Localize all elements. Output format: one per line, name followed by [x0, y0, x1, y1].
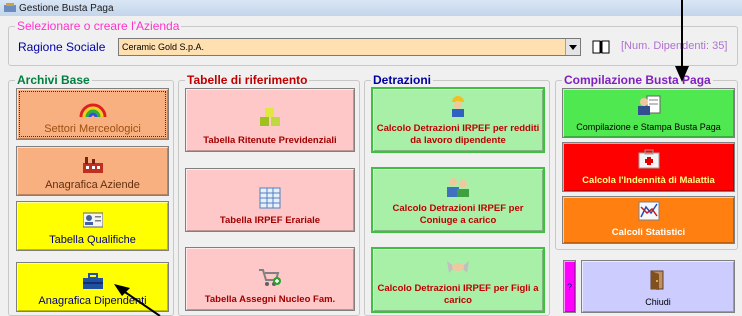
title-bar: Gestione Busta Paga	[0, 0, 742, 16]
indennita-malattia-label: Calcola l'Indennità di Malattia	[582, 175, 715, 186]
book-button[interactable]	[590, 37, 612, 57]
settori-merceologici-button[interactable]: Settori Merceologici	[16, 88, 169, 140]
detrazioni-coniuge-button[interactable]: Calcolo Detrazioni IRPEF per Coniuge a c…	[371, 167, 545, 233]
settori-merceologici-label: Settori Merceologici	[44, 123, 141, 135]
window-title: Gestione Busta Paga	[19, 2, 114, 14]
handshake-icon	[447, 261, 469, 273]
archivi-group-title: Archivi Base	[15, 73, 92, 87]
tabella-ritenute-button[interactable]: Tabella Ritenute Previdenziali	[185, 88, 355, 152]
chiudi-label: Chiudi	[645, 297, 671, 307]
book-icon	[592, 40, 610, 54]
compilazione-stampa-button[interactable]: Compilazione e Stampa Busta Paga	[562, 88, 735, 138]
azienda-group-title: Selezionare o creare l'Azienda	[15, 19, 182, 33]
first-aid-icon	[638, 149, 659, 169]
id-card-icon	[82, 212, 103, 228]
compilazione-stampa-label: Compilazione e Stampa Busta Paga	[576, 122, 721, 132]
toolbox-icon	[82, 273, 103, 289]
detrazioni-lavoro-label: Calcolo Detrazioni IRPEF per redditi da …	[376, 123, 540, 146]
app-icon	[4, 3, 16, 12]
tabella-ritenute-label: Tabella Ritenute Previdenziali	[203, 135, 337, 146]
exit-door-icon	[650, 270, 664, 290]
couple-icon	[447, 178, 469, 197]
cubes-icon	[260, 108, 280, 126]
ragione-sociale-label: Ragione Sociale	[18, 40, 106, 54]
ragione-sociale-value: Ceramic Gold S.p.A.	[122, 42, 205, 52]
tabella-assegni-label: Tabella Assegni Nucleo Fam.	[204, 294, 336, 305]
help-label: ?	[566, 281, 572, 292]
cart-add-icon	[259, 269, 281, 286]
tabella-qualifiche-label: Tabella Qualifiche	[49, 234, 136, 246]
arrow-down-icon	[675, 0, 689, 82]
anagrafica-aziende-button[interactable]: Anagrafica Aziende	[16, 146, 169, 196]
detrazioni-coniuge-label: Calcolo Detrazioni IRPEF per Coniuge a c…	[392, 203, 524, 226]
tabelle-group-title: Tabelle di riferimento	[185, 73, 310, 87]
chiudi-button[interactable]: Chiudi	[581, 260, 735, 313]
chevron-down-icon[interactable]	[565, 39, 580, 55]
factory-icon	[82, 157, 103, 173]
help-button[interactable]: ?	[563, 260, 576, 313]
tabella-irpef-label: Tabella IRPEF Erariale	[219, 215, 321, 226]
detrazioni-lavoro-button[interactable]: Calcolo Detrazioni IRPEF per redditi da …	[371, 87, 545, 153]
tabella-assegni-button[interactable]: Tabella Assegni Nucleo Fam.	[185, 247, 355, 311]
rainbow-icon	[79, 103, 106, 117]
chart-icon	[638, 201, 659, 221]
compilazione-group-title: Compilazione Busta Paga	[562, 73, 713, 87]
detrazioni-figli-button[interactable]: Calcolo Detrazioni IRPEF per Figli a car…	[371, 247, 545, 313]
worker-icon	[452, 96, 464, 117]
detrazioni-figli-label: Calcolo Detrazioni IRPEF per Figli a car…	[377, 283, 539, 306]
spreadsheet-icon	[259, 187, 281, 209]
tabella-qualifiche-button[interactable]: Tabella Qualifiche	[16, 201, 169, 251]
tabella-irpef-button[interactable]: Tabella IRPEF Erariale	[185, 168, 355, 232]
indennita-malattia-button[interactable]: Calcola l'Indennità di Malattia	[562, 142, 735, 192]
calcoli-statistici-label: Calcoli Statistici	[611, 227, 686, 238]
detrazioni-group-title: Detrazioni	[371, 73, 434, 87]
calcoli-statistici-button[interactable]: Calcoli Statistici	[562, 196, 735, 244]
ragione-sociale-combo[interactable]: Ceramic Gold S.p.A.	[118, 38, 581, 56]
arrow-pointer-icon	[114, 284, 161, 316]
anagrafica-aziende-label: Anagrafica Aziende	[45, 179, 140, 191]
person-document-icon	[637, 95, 660, 115]
